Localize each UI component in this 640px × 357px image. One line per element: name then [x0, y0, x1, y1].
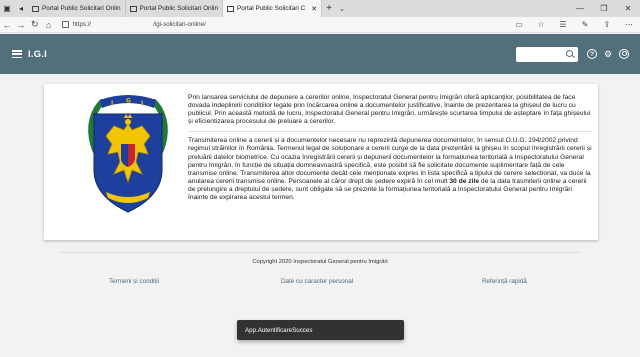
reading-view-icon[interactable]: ▭ — [508, 20, 530, 29]
igi-crest-logo: I G I — [88, 95, 168, 213]
minimize-icon[interactable]: — — [568, 0, 592, 17]
app-title: I.G.I — [28, 48, 47, 60]
toast-message: App.AutentificareSucces — [245, 326, 313, 334]
tab-back-icon[interactable]: ◂ — [14, 0, 28, 17]
notice-deadline: 30 de zile — [449, 177, 480, 185]
ribbon-letter-3: I — [141, 100, 143, 107]
ribbon-letter-1: I — [111, 100, 113, 107]
paragraph-divider — [188, 131, 592, 133]
maximize-icon[interactable]: ❐ — [592, 0, 616, 17]
footer-links: Termeni și condiții Date cu caracter per… — [0, 278, 640, 288]
tab-label: Portal Public Solicitari C — [237, 5, 306, 12]
tab-actions-icon[interactable]: ▣ — [0, 0, 14, 17]
footer-divider — [60, 252, 580, 253]
menu-icon[interactable] — [12, 50, 22, 58]
chevron-down-icon[interactable]: ⌄ — [336, 0, 348, 17]
page-icon — [32, 5, 39, 12]
page-icon — [129, 5, 137, 12]
help-icon[interactable]: ? — [587, 49, 597, 59]
app-header: I.G.I ? ⚙ — [0, 34, 640, 74]
ribbon-letter-2: G — [126, 98, 131, 105]
terms-link[interactable]: Termeni și condiții — [109, 278, 159, 285]
gear-icon[interactable]: ⚙ — [600, 46, 616, 62]
back-icon[interactable]: ← — [0, 20, 14, 30]
search-input[interactable] — [518, 48, 566, 60]
page-icon — [227, 5, 234, 12]
url-path: /igi-solicitari-online/ — [153, 21, 206, 28]
search-icon[interactable] — [566, 49, 575, 59]
tab-label: Portal Public Solicitari Onlin — [42, 5, 121, 12]
url-field[interactable]: https:// /igi-solicitari-online/ — [61, 19, 508, 31]
browser-tab-1[interactable]: Portal Public Solicitari Onlin — [28, 0, 126, 17]
search-box — [516, 46, 578, 62]
copyright-text: Copyright 2020 Inspectoratul General pen… — [252, 259, 388, 265]
pen-icon[interactable]: ✎ — [574, 20, 596, 29]
home-icon[interactable]: ⌂ — [42, 20, 56, 30]
intro-paragraph: Prin lansarea serviciului de depunere a … — [188, 94, 591, 126]
share-icon[interactable]: ⇪ — [596, 20, 618, 29]
new-tab-icon[interactable]: + — [322, 0, 336, 17]
url-scheme: https:// — [72, 21, 92, 28]
tab-label: Portal Public Solicitari Onlin — [139, 5, 219, 12]
info-card: I G I Prin lansarea serviciului de depun… — [44, 84, 598, 240]
refresh-icon[interactable]: ↻ — [28, 19, 42, 30]
lock-icon — [61, 21, 69, 28]
forward-icon[interactable]: → — [14, 20, 28, 30]
toast-notification: App.AutentificareSucces — [237, 320, 404, 340]
browser-tab-3[interactable]: Portal Public Solicitari C ✕ — [223, 0, 323, 17]
personal-data-link[interactable]: Date cu caracter personal — [281, 278, 353, 285]
address-bar: ← → ↻ ⌂ https:// /igi-solicitari-online/… — [0, 17, 640, 33]
browser-tab-bar: ▣ ◂ Portal Public Solicitari Onlin Porta… — [0, 0, 640, 17]
favorites-list-icon[interactable]: ☰ — [552, 20, 574, 29]
more-icon[interactable]: ⋯ — [618, 20, 640, 29]
quick-reference-link[interactable]: Referință rapidă — [482, 278, 527, 285]
close-window-icon[interactable]: ✕ — [616, 0, 640, 17]
notice-paragraph: Transmiterea online a cererii și a docum… — [188, 137, 592, 202]
favorite-star-icon[interactable]: ☆ — [530, 20, 552, 29]
browser-tab-2[interactable]: Portal Public Solicitari Onlin — [126, 0, 223, 17]
close-tab-icon[interactable]: ✕ — [311, 5, 317, 13]
user-icon[interactable] — [619, 49, 629, 59]
